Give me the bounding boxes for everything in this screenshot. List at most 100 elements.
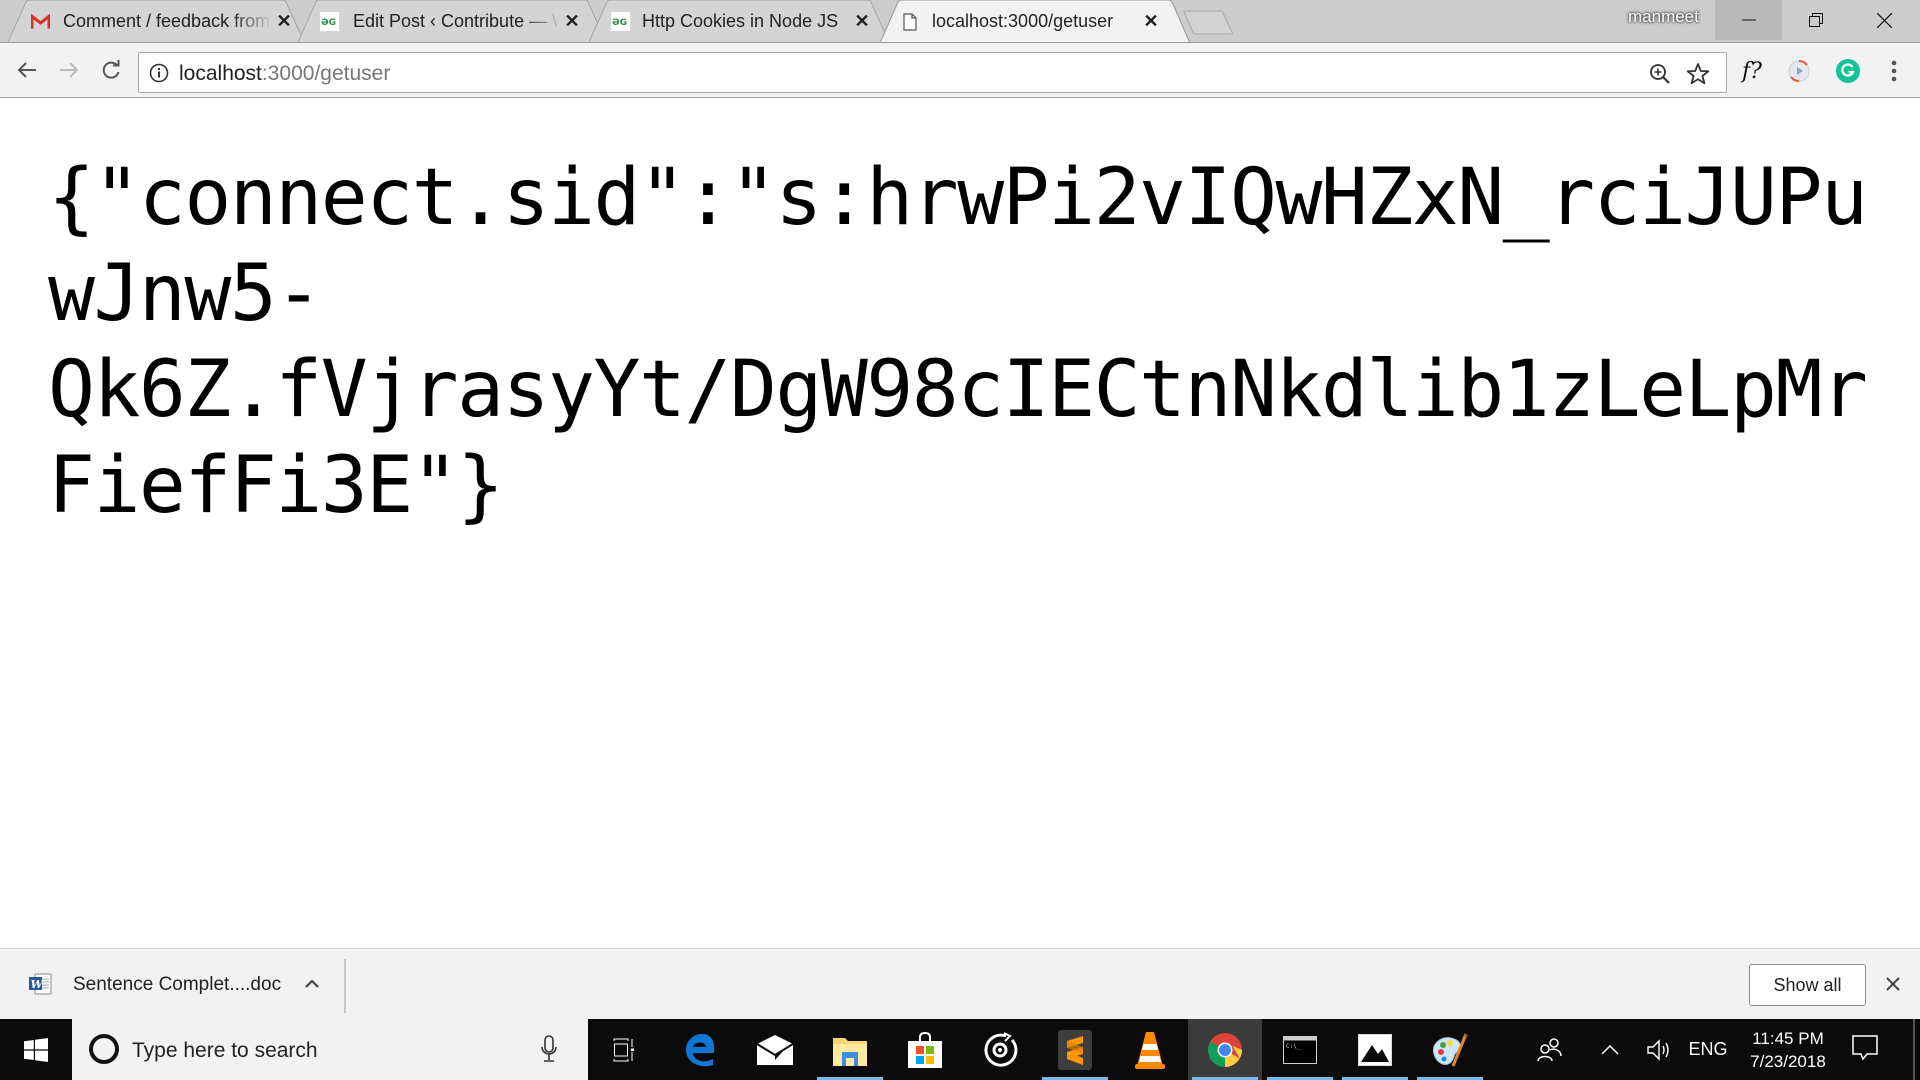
grammarly-extension-icon[interactable] <box>1832 55 1864 87</box>
photos-icon <box>1358 1033 1392 1066</box>
vlc-icon <box>1135 1031 1165 1069</box>
minimize-button[interactable] <box>1715 0 1782 40</box>
tab-title: Edit Post ‹ Contribute — \ <box>353 11 558 31</box>
taskbar-groove-music[interactable] <box>963 1019 1037 1080</box>
volume-button[interactable] <box>1640 1019 1680 1080</box>
close-download-shelf-button[interactable] <box>1880 971 1906 997</box>
taskbar-chrome[interactable] <box>1188 1019 1262 1080</box>
reload-button[interactable] <box>94 53 128 87</box>
chevron-up-icon <box>1601 1044 1619 1055</box>
notification-icon <box>1852 1035 1878 1061</box>
close-window-button[interactable] <box>1849 0 1920 40</box>
bookmark-star-icon[interactable] <box>1685 61 1711 87</box>
chrome-menu-button[interactable] <box>1878 55 1910 87</box>
fx-equation-extension-icon[interactable]: f? <box>1736 55 1768 87</box>
svg-text:ƏG: ƏG <box>612 18 627 26</box>
reload-icon <box>102 60 120 79</box>
geeksforgeeks-icon: ƏG <box>611 12 630 31</box>
taskbar-store[interactable] <box>888 1019 962 1080</box>
tab-close-button[interactable]: ✕ <box>852 10 872 32</box>
tab-localhost-getuser[interactable]: localhost:3000/getuser ✕ <box>880 0 1190 43</box>
back-arrow-icon <box>17 62 36 78</box>
folder-icon <box>833 1037 867 1066</box>
download-shelf: W Sentence Complet....doc Show all <box>0 948 1920 1019</box>
taskbar-file-explorer[interactable] <box>813 1019 887 1080</box>
mail-icon <box>757 1034 793 1065</box>
clock-time: 11:45 PM <box>1752 1029 1824 1048</box>
people-button[interactable] <box>1530 1019 1570 1080</box>
taskbar-paint[interactable] <box>1413 1019 1487 1080</box>
taskbar-clock[interactable]: 11:45 PM 7/23/2018 <box>1740 1027 1836 1073</box>
page-content: {"connect.sid":"s:hrwPi2vIQwHZxN_rciJUPu… <box>0 98 1920 948</box>
microphone-icon[interactable] <box>540 1035 558 1068</box>
tab-http-cookies[interactable]: ƏG Http Cookies in Node JS | ✕ <box>589 0 889 42</box>
tab-title: Comment / feedback from <box>63 11 271 31</box>
taskbar-search-box[interactable]: Type here to search <box>72 1019 588 1080</box>
edge-icon <box>686 1033 714 1066</box>
json-response-text: {"connect.sid":"s:hrwPi2vIQwHZxN_rciJUPu… <box>48 153 1868 531</box>
windows-logo-icon <box>24 1037 48 1062</box>
tab-close-button[interactable]: ✕ <box>274 10 294 32</box>
task-view-icon <box>613 1038 634 1061</box>
restore-button[interactable] <box>1782 0 1849 40</box>
task-view-button[interactable] <box>588 1019 662 1080</box>
zoom-icon[interactable] <box>1647 61 1673 87</box>
minimize-icon <box>1741 19 1756 21</box>
cortana-icon <box>86 1031 122 1072</box>
site-info-icon[interactable] <box>149 63 169 88</box>
forward-arrow-icon <box>60 62 79 78</box>
command-prompt-icon: C:\_ <box>1283 1035 1317 1064</box>
input-language-button[interactable]: ENG <box>1684 1019 1732 1080</box>
groove-music-icon <box>984 1031 1018 1067</box>
language-label: ENG <box>1688 1039 1728 1059</box>
download-item[interactable]: W Sentence Complet....doc <box>0 949 345 1019</box>
windows-taskbar: Type here to search C:\_ ENG 11:45 PM 7/… <box>0 1019 1920 1080</box>
tab-title: localhost:3000/getuser <box>932 11 1114 31</box>
show-all-downloads-button[interactable]: Show all <box>1749 964 1866 1006</box>
restore-icon <box>1808 13 1823 27</box>
page-icon <box>900 12 919 31</box>
paint-icon <box>1432 1032 1468 1067</box>
taskbar-command-prompt[interactable]: C:\_ <box>1263 1019 1337 1080</box>
close-icon <box>1886 977 1900 991</box>
address-bar[interactable]: localhost:3000/getuser <box>138 52 1727 93</box>
download-options-chevron-up-icon[interactable] <box>300 971 324 995</box>
back-button[interactable] <box>10 53 44 87</box>
action-center-button[interactable] <box>1852 1035 1878 1066</box>
url-path: :3000/getuser <box>261 62 391 85</box>
volume-icon <box>1647 1038 1669 1061</box>
people-icon <box>1537 1037 1562 1061</box>
show-desktop-button[interactable] <box>1913 1019 1915 1080</box>
tab-strip: Comment / feedback from ✕ ƏG Edit Post ‹… <box>0 0 1920 43</box>
browser-toolbar: localhost:3000/getuser f? <box>0 42 1920 98</box>
word-document-icon: W <box>29 973 53 1000</box>
chrome-icon <box>1208 1032 1242 1067</box>
clock-date: 7/23/2018 <box>1750 1052 1826 1071</box>
media-extension-icon[interactable] <box>1783 55 1815 87</box>
taskbar-photos[interactable] <box>1338 1019 1412 1080</box>
svg-text:ƏG: ƏG <box>321 18 336 26</box>
store-icon <box>908 1031 942 1068</box>
tab-close-button[interactable]: ✕ <box>562 10 582 32</box>
profile-name[interactable]: manmeet <box>1628 7 1699 27</box>
new-tab-button[interactable] <box>1182 10 1234 35</box>
taskbar-vlc[interactable] <box>1113 1019 1187 1080</box>
taskbar-edge[interactable] <box>663 1019 737 1080</box>
download-filename: Sentence Complet....doc <box>73 974 282 995</box>
start-button[interactable] <box>0 1019 72 1080</box>
search-placeholder: Type here to search <box>132 1039 318 1062</box>
tab-close-button[interactable]: ✕ <box>1141 10 1161 32</box>
close-icon <box>1877 12 1892 28</box>
taskbar-mail[interactable] <box>738 1019 812 1080</box>
tab-edit-post[interactable]: ƏG Edit Post ‹ Contribute — \ ✕ <box>298 0 606 42</box>
forward-button[interactable] <box>52 53 86 87</box>
url-text[interactable]: localhost:3000/getuser <box>179 62 390 86</box>
show-hidden-icons-button[interactable] <box>1592 1019 1628 1080</box>
tab-gmail[interactable]: Comment / feedback from ✕ <box>8 0 304 42</box>
url-host: localhost <box>179 62 262 85</box>
taskbar-sublime-text[interactable] <box>1038 1019 1112 1080</box>
svg-text:C:\_: C:\_ <box>1286 1043 1301 1050</box>
gmail-icon <box>31 12 50 31</box>
tab-title: Http Cookies in Node JS | <box>642 11 842 31</box>
download-divider <box>344 959 346 1013</box>
